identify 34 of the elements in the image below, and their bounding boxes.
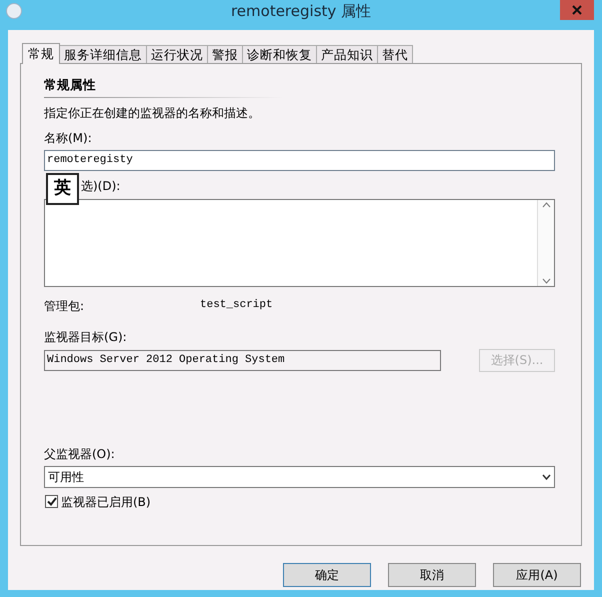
- window-title: remoteregisty 属性: [230, 0, 372, 22]
- close-icon: [572, 5, 582, 15]
- field-label: 选)(D):: [81, 178, 120, 195]
- instruction-text: 指定你正在创建的监视器的名称和描述。: [44, 104, 261, 122]
- name-field[interactable]: remoteregisty: [44, 150, 555, 171]
- field-label: 父监视器(O):: [44, 446, 116, 463]
- tab[interactable]: 替代: [377, 45, 413, 63]
- management-pack-value: test_script: [200, 298, 273, 313]
- ime-indicator: 英: [46, 172, 79, 205]
- scroll-up-icon: [542, 202, 550, 208]
- tab[interactable]: 服务详细信息: [59, 45, 147, 63]
- check-icon: [46, 497, 56, 506]
- tab[interactable]: 诊断和恢复: [242, 45, 317, 63]
- field-label: 监视器目标(G):: [44, 328, 128, 346]
- checkbox[interactable]: [45, 495, 58, 508]
- field-label: 管理包:: [44, 298, 86, 315]
- scrollbar[interactable]: [537, 200, 554, 286]
- parent-monitor-dropdown[interactable]: 可用性: [44, 466, 555, 488]
- field-label: 名称(M):: [44, 130, 93, 147]
- chevron-down-icon: [542, 474, 551, 480]
- scroll-down-icon: [542, 278, 550, 284]
- tab[interactable]: 产品知识: [316, 45, 378, 63]
- checkbox-label: 监视器已启用(B): [61, 494, 151, 511]
- description-field[interactable]: [44, 198, 555, 287]
- dialog-button[interactable]: 应用(A): [493, 563, 581, 587]
- tab[interactable]: 常规: [22, 43, 60, 64]
- section-title: 常规属性: [44, 76, 97, 94]
- window-icon: [6, 3, 22, 19]
- tab[interactable]: 运行状况: [146, 45, 208, 63]
- dialog-button[interactable]: 取消: [388, 563, 476, 587]
- close-button[interactable]: [560, 0, 594, 20]
- dialog-button[interactable]: 确定: [283, 563, 371, 587]
- tab[interactable]: 警报: [207, 45, 243, 63]
- monitor-target-field: Windows Server 2012 Operating System: [44, 350, 441, 371]
